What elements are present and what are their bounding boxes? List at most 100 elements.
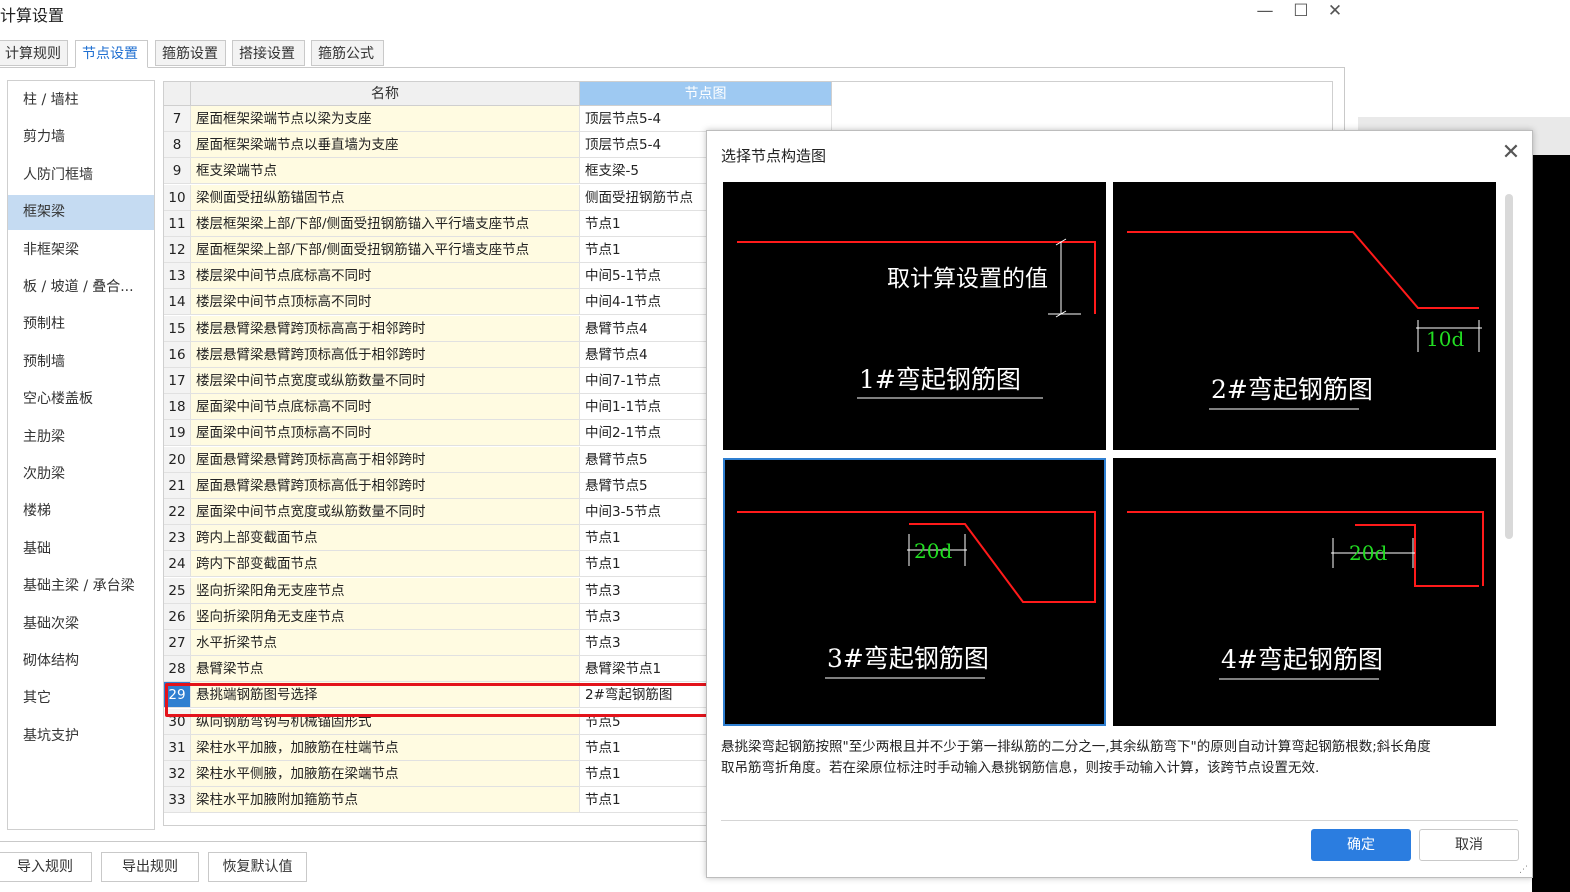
maximize-button[interactable]: ☐ [1286,0,1316,22]
sidebar-item[interactable]: 剪力墙 [8,120,154,155]
minimize-button[interactable]: — [1250,0,1280,22]
diagram-1-caption: 1#弯起钢筋图 [859,365,1021,394]
row-number: 22 [164,499,191,525]
header-number [164,82,191,106]
row-name: 屋面框架梁端节点以梁为支座 [191,106,580,132]
description-line-2: 取吊筋弯折角度。若在梁原位标注时手动输入悬挑钢筋信息，则按手动输入计算，该跨节点… [721,760,1320,776]
tab-stirrup-settings[interactable]: 箍筋设置 [155,40,226,66]
sidebar-item[interactable]: 基础 [8,532,154,567]
dialog-close-icon[interactable]: ✕ [1499,141,1523,165]
header-node-diagram[interactable]: 节点图 [580,82,832,106]
sidebar-item[interactable]: 基础次梁 [8,607,154,642]
row-name: 楼层梁中间节点宽度或纵筋数量不同时 [191,368,580,394]
sidebar-item[interactable]: 砌体结构 [8,644,154,679]
row-name: 跨内上部变截面节点 [191,525,580,552]
highlight-box [165,683,714,717]
diagram-1-drawing: 取计算设置的值 1#弯起钢筋图 [737,238,1096,399]
dialog-scrollbar[interactable] [1505,194,1513,539]
header-name[interactable]: 名称 [191,82,580,106]
window-title: 计算设置 [0,6,65,25]
tab-calc-rules[interactable]: 计算规则 [0,40,68,66]
diagram-4-caption: 4#弯起钢筋图 [1221,645,1383,674]
row-number: 14 [164,289,191,316]
sidebar-item[interactable]: 基础主梁 / 承台梁 [8,569,154,604]
description-line-1: 悬挑梁弯起钢筋按照"至少两根且并不少于第一排纵筋的二分之一,其余纵筋弯下"的原则… [721,739,1431,755]
row-number: 24 [164,551,191,578]
row-name: 屋面框架梁上部/下部/侧面受扭钢筋锚入平行墙支座节点 [191,237,580,263]
tab-stirrup-formula[interactable]: 箍筋公式 [311,40,384,66]
row-number: 19 [164,420,191,447]
row-number: 11 [164,210,191,237]
row-number: 18 [164,394,191,421]
row-name: 楼层梁中间节点底标高不同时 [191,263,580,290]
sidebar-item[interactable]: 其它 [8,681,154,716]
row-name: 水平折梁节点 [191,630,580,656]
row-number: 9 [164,158,191,185]
row-node[interactable]: 顶层节点5-4 [580,106,832,132]
row-name: 梁柱水平加腋附加箍筋节点 [191,787,580,814]
row-number: 31 [164,734,191,761]
row-number: 23 [164,525,191,552]
table-row[interactable]: 7 屋面框架梁端节点以梁为支座 顶层节点5-4 [164,106,832,132]
import-rules-button[interactable]: 导入规则 [0,852,92,882]
dialog-description: 悬挑梁弯起钢筋按照"至少两根且并不少于第一排纵筋的二分之一,其余纵筋弯下"的原则… [721,737,1516,779]
row-name: 竖向折梁阴角无支座节点 [191,603,580,630]
diagram-4-drawing: 20d 4#弯起钢筋图 [1127,511,1484,680]
sidebar-item[interactable]: 楼梯 [8,494,154,529]
diagram-4-annotation: 20d [1349,541,1387,565]
sidebar-item[interactable]: 人防门框墙 [8,158,154,193]
row-number: 26 [164,603,191,630]
row-number: 8 [164,132,191,159]
dialog-title: 选择节点构造图 [721,147,827,165]
diagram-2-annotation: 10d [1426,327,1464,351]
sidebar-item[interactable]: 板 / 坡道 / 叠合... [8,270,154,305]
cancel-button[interactable]: 取消 [1419,829,1519,861]
sidebar-item[interactable]: 基坑支护 [8,719,154,754]
diagram-3-annotation: 20d [914,539,952,563]
select-node-diagram-dialog: 选择节点构造图 ✕ 取计算设置的值 1#弯起钢筋图 10d 2#弯起钢筋图 20… [706,130,1533,878]
diagram-panel-1[interactable]: 取计算设置的值 1#弯起钢筋图 [723,182,1106,450]
sidebar-item[interactable]: 主肋梁 [8,420,154,455]
row-name: 屋面梁中间节点底标高不同时 [191,394,580,421]
sidebar-item[interactable]: 空心楼盖板 [8,382,154,417]
ok-button[interactable]: 确定 [1311,829,1411,861]
diagram-3-drawing: 20d 3#弯起钢筋图 [737,511,1096,679]
row-name: 楼层悬臂梁悬臂跨顶标高低于相邻跨时 [191,341,580,368]
sidebar-item[interactable]: 非框架梁 [8,233,154,268]
row-name: 屋面梁中间节点宽度或纵筋数量不同时 [191,499,580,525]
sidebar-item[interactable]: 次肋梁 [8,457,154,492]
row-number: 12 [164,237,191,263]
resize-grip-icon[interactable]: ⋰ [1519,865,1529,875]
row-name: 梁柱水平加腋，加腋筋在柱端节点 [191,734,580,761]
tab-node-settings[interactable]: 节点设置 [75,40,148,68]
row-name: 屋面框架梁端节点以垂直墙为支座 [191,132,580,159]
sidebar-item[interactable]: 预制柱 [8,307,154,342]
dialog-separator [721,820,1518,821]
diagram-2-drawing: 10d 2#弯起钢筋图 [1127,231,1482,410]
close-button[interactable]: ✕ [1320,0,1350,22]
row-name: 楼层悬臂梁悬臂跨顶标高高于相邻跨时 [191,315,580,342]
row-name: 竖向折梁阳角无支座节点 [191,577,580,604]
export-rules-button[interactable]: 导出规则 [101,852,199,882]
diagram-panel-3[interactable]: 20d 3#弯起钢筋图 [723,458,1106,726]
tab-lap-settings[interactable]: 搭接设置 [232,40,305,66]
row-number: 16 [164,341,191,368]
sidebar-item[interactable]: 预制墙 [8,345,154,380]
row-name: 跨内下部变截面节点 [191,551,580,578]
row-name: 屋面悬臂梁悬臂跨顶标高高于相邻跨时 [191,446,580,473]
restore-defaults-button[interactable]: 恢复默认值 [208,852,307,882]
sidebar-item[interactable]: 框架梁 [8,195,154,231]
row-number: 21 [164,472,191,499]
diagram-1-annotation: 取计算设置的值 [887,266,1048,292]
diagram-panel-4[interactable]: 20d 4#弯起钢筋图 [1113,458,1496,726]
row-number: 7 [164,106,191,132]
row-number: 33 [164,787,191,814]
row-number: 27 [164,630,191,656]
sidebar-item[interactable]: 柱 / 墙柱 [8,83,154,118]
row-number: 10 [164,184,191,211]
row-name: 楼层梁中间节点顶标高不同时 [191,289,580,316]
row-number: 17 [164,368,191,394]
row-name: 梁柱水平侧腋，加腋筋在梁端节点 [191,761,580,787]
row-name: 屋面梁中间节点顶标高不同时 [191,420,580,447]
diagram-panel-2[interactable]: 10d 2#弯起钢筋图 [1113,182,1496,450]
